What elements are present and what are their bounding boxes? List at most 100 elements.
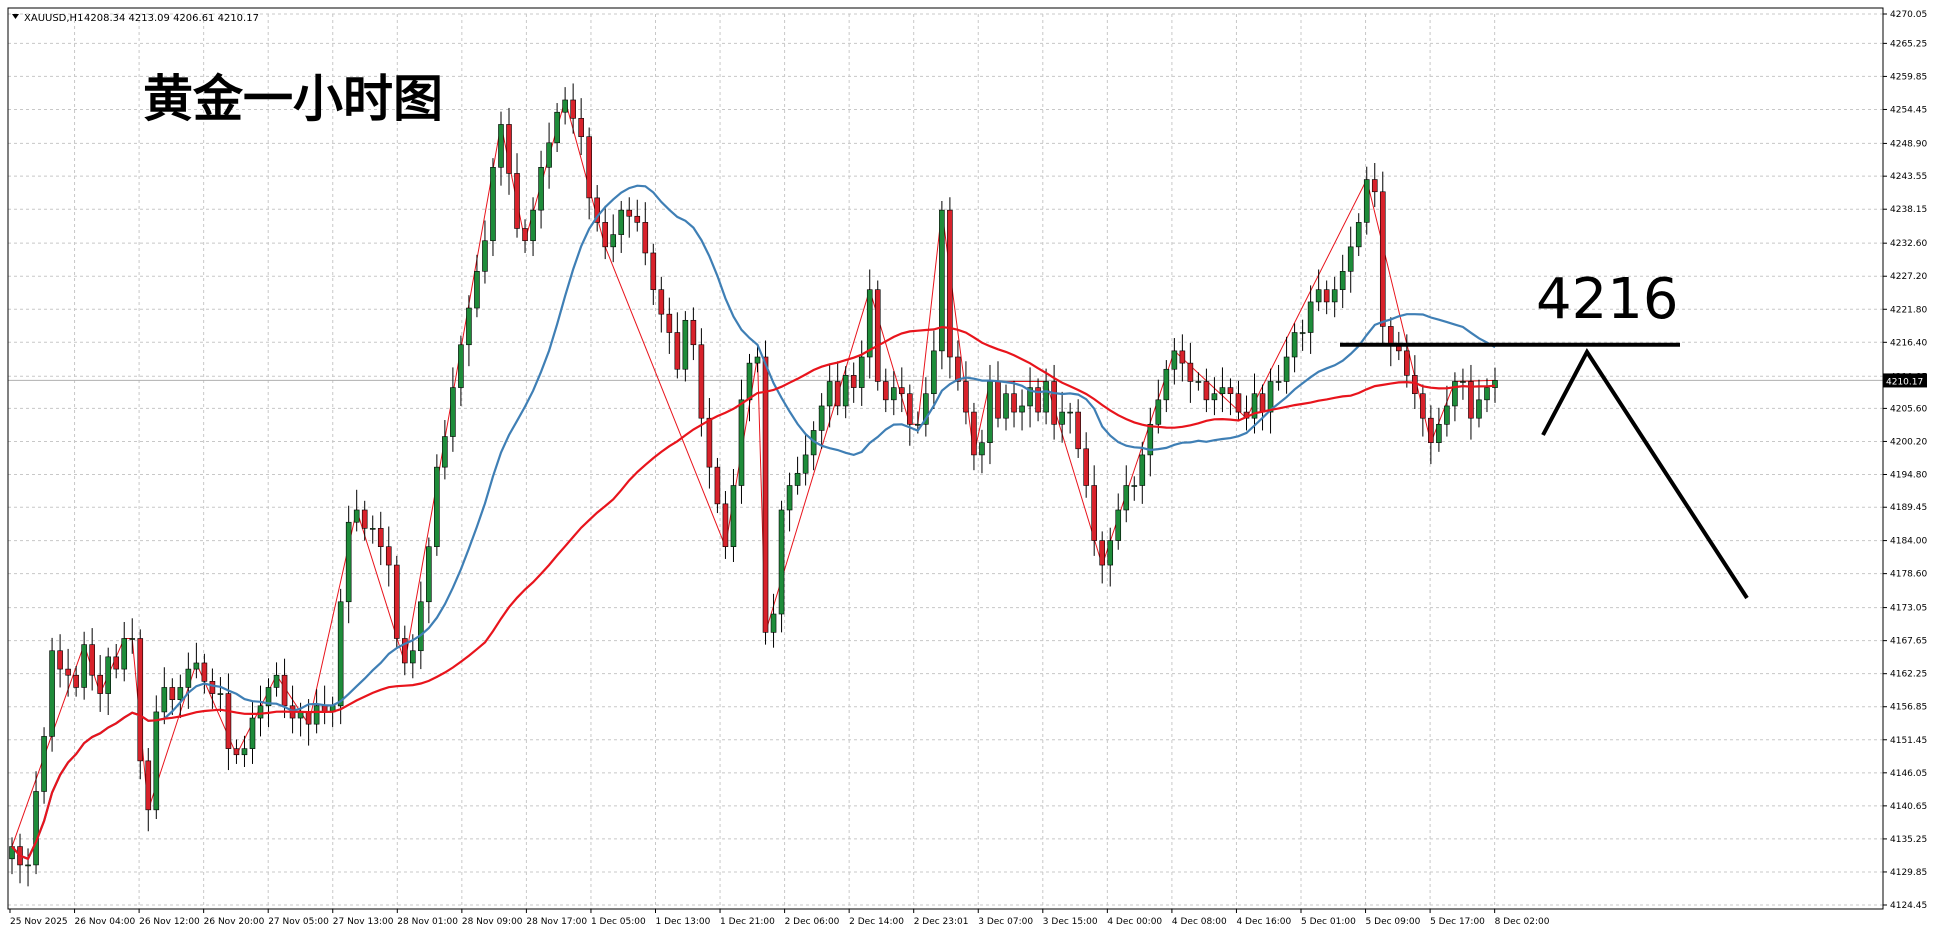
level-label: 4216: [1536, 267, 1679, 332]
candle-body: [1203, 381, 1210, 401]
candle-body: [738, 399, 745, 486]
candle-body: [634, 215, 641, 223]
candle-body: [1003, 393, 1009, 419]
candle-body: [442, 436, 448, 468]
candle-body: [1195, 381, 1202, 383]
candle-body: [818, 405, 825, 431]
time-tick-label: 1 Dec 21:00: [720, 917, 775, 927]
candle-body: [1379, 191, 1386, 327]
candle-body: [1315, 289, 1322, 303]
candle-body: [1107, 540, 1114, 566]
candle-body: [1387, 326, 1394, 346]
candle-body: [546, 142, 552, 168]
chart: XAUUSD,H1 4208.34 4213.09 4206.61 4210.1…: [0, 0, 1934, 934]
candle-body: [257, 705, 264, 719]
candle-body: [1011, 393, 1017, 413]
candle-body: [121, 638, 128, 670]
candle-body: [770, 613, 777, 633]
price-tick-label: 4173.05: [1890, 604, 1927, 614]
candle-body: [971, 411, 977, 456]
candle-body: [842, 375, 849, 407]
candle-body: [498, 124, 504, 168]
time-tick-label: 5 Dec 09:00: [1366, 917, 1421, 927]
candle-body: [1235, 393, 1242, 413]
price-tick-label: 4146.05: [1890, 769, 1927, 779]
candle-body: [129, 638, 136, 640]
price-tick-label: 4162.25: [1890, 670, 1927, 680]
time-tick-label: 4 Dec 00:00: [1107, 917, 1162, 927]
candle-body: [153, 711, 160, 811]
candle-body: [746, 362, 753, 401]
price-tick-label: 4200.20: [1890, 437, 1927, 447]
candle-body: [554, 111, 560, 144]
candle-body: [177, 687, 184, 700]
time-tick-label: 1 Dec 13:00: [656, 917, 711, 927]
time-tick-label: 3 Dec 07:00: [978, 917, 1033, 927]
candle-body: [345, 521, 352, 603]
candle-body: [65, 668, 71, 676]
candle-body: [939, 209, 945, 352]
candle-body: [1404, 350, 1410, 376]
candle-body: [570, 99, 576, 119]
candle-body: [1091, 485, 1097, 541]
candle-body: [730, 485, 737, 548]
candle-body: [1452, 381, 1458, 407]
price-tick-label: 4238.15: [1890, 205, 1927, 215]
candle-body: [313, 705, 320, 725]
price-tick-label: 4232.60: [1890, 239, 1927, 249]
candle-body: [434, 466, 440, 548]
candle-body: [25, 864, 31, 867]
candle-body: [955, 356, 961, 382]
candle-body: [1075, 411, 1081, 450]
candle-body: [1043, 381, 1049, 413]
candle-body: [786, 485, 793, 511]
price-tick-label: 4270.05: [1890, 10, 1927, 20]
candle-body: [1115, 509, 1122, 541]
candle-body: [89, 644, 95, 676]
candle-body: [706, 417, 713, 468]
candle-body: [1275, 381, 1282, 383]
price-tick-label: 4167.65: [1890, 637, 1927, 647]
candle-body: [249, 717, 256, 749]
candle-body: [714, 466, 721, 505]
candle-body: [1283, 356, 1290, 382]
candle-body: [506, 124, 512, 174]
time-tick-label: 28 Nov 01:00: [397, 917, 458, 927]
candle-body: [169, 687, 176, 700]
time-tick-label: 4 Dec 08:00: [1172, 917, 1227, 927]
price-tick-label: 4135.25: [1890, 835, 1927, 845]
candle-body: [858, 356, 865, 388]
candle-body: [1139, 454, 1146, 486]
candle-body: [1227, 387, 1234, 395]
candle-body: [666, 313, 673, 333]
candle-body: [1428, 417, 1434, 443]
ohlc-readout: 4208.34 4213.09 4206.61 4210.17: [84, 13, 259, 24]
price-tick-label: 4184.00: [1890, 537, 1927, 547]
last-price-label: 4210.17: [1886, 377, 1923, 387]
price-tick-label: 4221.80: [1890, 305, 1927, 315]
candle-body: [193, 662, 200, 670]
candle-body: [931, 350, 937, 395]
candle-body: [281, 674, 288, 707]
price-tick-label: 4129.85: [1890, 868, 1927, 878]
candle-body: [754, 356, 761, 364]
candle-body: [1323, 289, 1330, 303]
candle-body: [682, 319, 689, 370]
candle-body: [890, 387, 897, 401]
candle-body: [698, 344, 705, 419]
candle-body: [145, 760, 152, 811]
candle-body: [562, 99, 568, 113]
candle-body: [1339, 271, 1346, 290]
price-tick-label: 4227.20: [1890, 272, 1927, 282]
candle-body: [1131, 485, 1138, 487]
candle-body: [209, 681, 216, 694]
candle-body: [1444, 405, 1450, 425]
price-tick-label: 4151.45: [1890, 736, 1927, 746]
candle-body: [1460, 381, 1466, 383]
candle-body: [778, 509, 785, 615]
candle-body: [1371, 179, 1378, 193]
candle-body: [586, 136, 592, 199]
candle-body: [225, 693, 232, 749]
candle-body: [273, 674, 280, 688]
candle-body: [618, 209, 625, 235]
